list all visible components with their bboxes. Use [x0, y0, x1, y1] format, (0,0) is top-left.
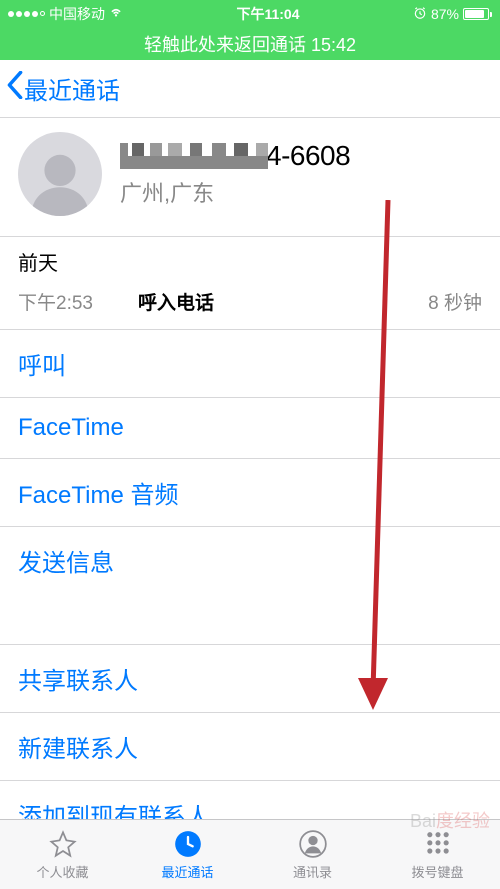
carrier-label: 中国移动 [49, 4, 105, 24]
call-history-row: 下午2:53 呼入电话 8 秒钟 [0, 282, 500, 330]
status-right: 87% [413, 6, 492, 23]
tab-label: 通讯录 [293, 862, 332, 881]
signal-dots-icon [8, 11, 45, 17]
day-label: 前天 [0, 236, 500, 282]
call-type: 呼入电话 [138, 288, 428, 315]
action-share-contact[interactable]: 共享联系人 [0, 644, 500, 713]
contact-icon [298, 829, 328, 859]
tab-contacts[interactable]: 通讯录 [250, 820, 375, 889]
nav-bar: 最近通话 [0, 60, 500, 118]
star-icon [48, 829, 78, 859]
action-call[interactable]: 呼叫 [0, 330, 500, 398]
tab-label: 最近通话 [161, 862, 213, 881]
tab-recents[interactable]: 最近通话 [125, 820, 250, 889]
status-left: 中国移动 [8, 4, 123, 24]
action-facetime[interactable]: FaceTime [0, 398, 500, 459]
tab-bar: 个人收藏 最近通话 通讯录 拨号键盘 [0, 819, 500, 889]
contact-location: 广州,广东 [120, 176, 482, 208]
action-facetime-audio[interactable]: FaceTime 音频 [0, 459, 500, 527]
action-create-contact[interactable]: 新建联系人 [0, 713, 500, 781]
tab-label: 个人收藏 [36, 862, 88, 881]
call-duration: 8 秒钟 [428, 288, 482, 315]
alarm-icon [413, 6, 427, 23]
return-banner-label: 轻触此处来返回通话 15:42 [144, 31, 356, 57]
phone-redacted [120, 143, 268, 169]
phone-suffix: 4-6608 [266, 140, 350, 172]
keypad-icon [423, 829, 453, 859]
action-send-message[interactable]: 发送信息 [0, 527, 500, 594]
return-to-call-banner[interactable]: 轻触此处来返回通话 15:42 [0, 28, 500, 60]
tab-label: 拨号键盘 [411, 862, 463, 881]
contact-info: 4-6608 广州,广东 [120, 140, 482, 208]
wifi-icon [109, 6, 123, 23]
back-label: 最近通话 [24, 71, 120, 106]
chevron-left-icon [6, 71, 24, 106]
battery-icon [463, 8, 492, 20]
phone-number: 4-6608 [120, 140, 482, 172]
battery-pct: 87% [431, 6, 459, 22]
call-time: 下午2:53 [18, 288, 138, 315]
back-button[interactable]: 最近通话 [6, 71, 120, 106]
avatar [18, 132, 102, 216]
status-bar: 中国移动 下午11:04 87% [0, 0, 500, 28]
contact-header: 4-6608 广州,广东 [0, 118, 500, 236]
tab-favorites[interactable]: 个人收藏 [0, 820, 125, 889]
tab-keypad[interactable]: 拨号键盘 [375, 820, 500, 889]
clock-icon [173, 829, 203, 859]
status-time: 下午11:04 [123, 4, 413, 24]
